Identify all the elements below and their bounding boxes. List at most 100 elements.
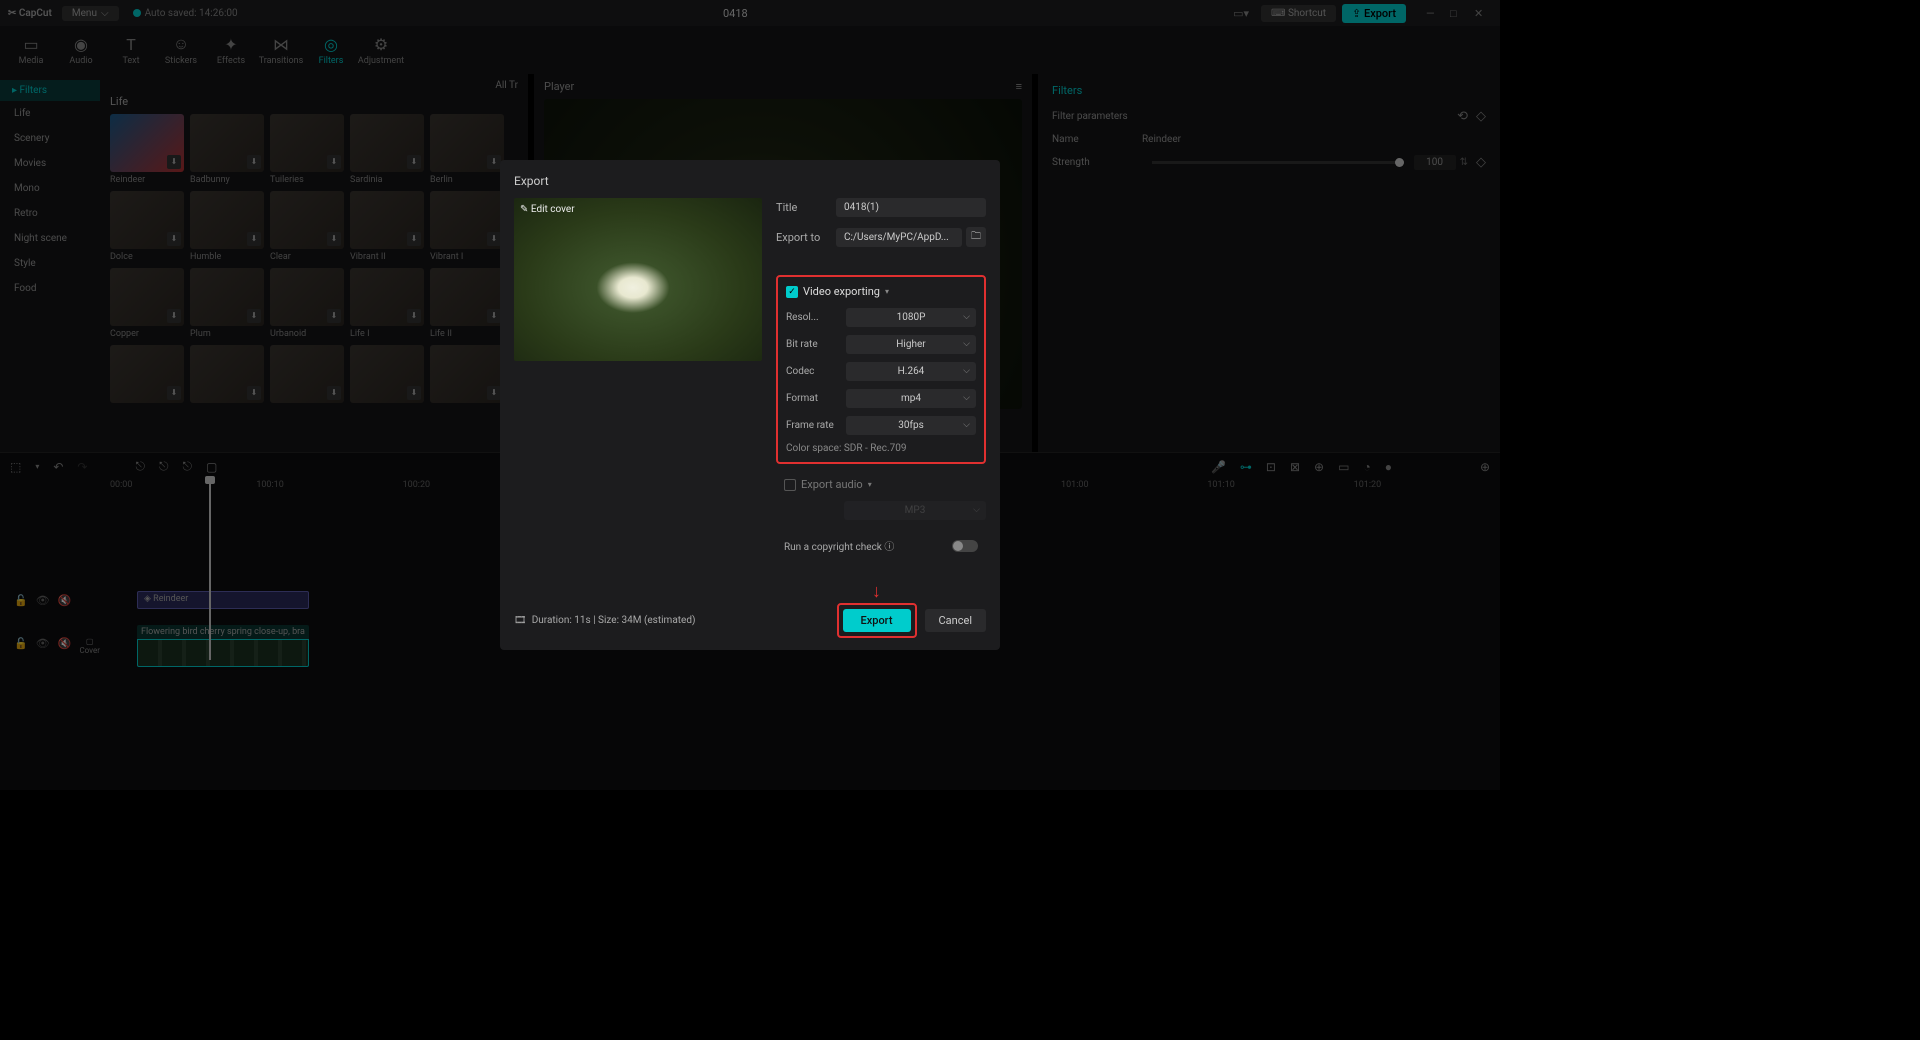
nav-stickers[interactable]: ☺Stickers (156, 34, 206, 66)
tool-icon-1[interactable]: ⊕ (1314, 460, 1324, 474)
nav-filters[interactable]: ◎Filters (306, 35, 356, 66)
download-icon[interactable]: ⬇ (407, 386, 421, 400)
lock-icon[interactable]: 🔓 (14, 594, 28, 607)
preview-icon[interactable]: ⊠ (1290, 460, 1300, 474)
audio-export-header[interactable]: Export audio ▾ (784, 478, 986, 491)
tool-icon-3[interactable]: ◔ (1363, 460, 1370, 474)
export-button[interactable]: Export (843, 609, 911, 632)
filter-thumb[interactable]: ⬇Badbunny (190, 114, 264, 185)
download-icon[interactable]: ⬇ (327, 309, 341, 323)
minimize-icon[interactable]: — (1426, 7, 1438, 19)
nav-effects[interactable]: ✦Effects (206, 35, 256, 66)
opt-select[interactable]: mp4 (846, 389, 976, 408)
all-toggle[interactable]: All (495, 80, 506, 91)
lock-icon-2[interactable]: 🔓 (14, 637, 28, 655)
download-icon[interactable]: ⬇ (247, 386, 261, 400)
filter-thumb[interactable]: ⬇Clear (270, 191, 344, 262)
filter-thumb[interactable]: ⬇Tuileries (270, 114, 344, 185)
cover-preview[interactable]: ✎ Edit cover (514, 198, 762, 361)
download-icon[interactable]: ⬇ (167, 309, 181, 323)
export-button-top[interactable]: ⇪ Export (1342, 4, 1406, 23)
filter-thumb[interactable]: ⬇Life II (430, 268, 504, 339)
download-icon[interactable]: ⬇ (487, 155, 501, 169)
filter-thumb[interactable]: ⬇Reindeer (110, 114, 184, 185)
sidebar-item-scenery[interactable]: Scenery (0, 126, 100, 151)
mute-icon-2[interactable]: 🔇 (58, 637, 72, 655)
undo-icon[interactable]: ↶ (53, 460, 63, 474)
layout-icon[interactable]: ▭▾ (1233, 7, 1249, 20)
filter-thumb[interactable]: ⬇Urbanoid (270, 268, 344, 339)
sidebar-item-retro[interactable]: Retro (0, 201, 100, 226)
filter-thumb[interactable]: ⬇ (270, 345, 344, 406)
filter-thumb[interactable]: ⬇Humble (190, 191, 264, 262)
filter-thumb[interactable]: ⬇ (350, 345, 424, 406)
split-left-icon[interactable]: ⎋ (159, 459, 169, 474)
strength-value[interactable]: 100 (1414, 155, 1456, 170)
menu-button[interactable]: Menu ⌵ (62, 6, 119, 21)
download-icon[interactable]: ⬇ (327, 232, 341, 246)
download-icon[interactable]: ⬇ (487, 309, 501, 323)
download-icon[interactable]: ⬇ (407, 232, 421, 246)
nav-media[interactable]: ▭Media (6, 35, 56, 66)
link-icon[interactable]: ⊡ (1266, 460, 1276, 474)
mute-icon[interactable]: 🔇 (58, 594, 72, 607)
reset-all-icon[interactable]: ◇ (1476, 109, 1486, 124)
close-icon[interactable]: ✕ (1474, 7, 1486, 19)
opt-select[interactable]: H.264 (846, 362, 976, 381)
download-icon[interactable]: ⬇ (247, 309, 261, 323)
filter-thumb[interactable]: ⬇Plum (190, 268, 264, 339)
opt-select[interactable]: 1080P (846, 308, 976, 327)
download-icon[interactable]: ⬇ (487, 232, 501, 246)
filter-thumb[interactable]: ⬇Vibrant I (430, 191, 504, 262)
tool-icon-4[interactable]: ● (1385, 460, 1392, 474)
download-icon[interactable]: ⬇ (327, 386, 341, 400)
filter-thumb[interactable]: ⬇Vibrant II (350, 191, 424, 262)
download-icon[interactable]: ⬇ (247, 155, 261, 169)
sidebar-item-night[interactable]: Night scene (0, 226, 100, 251)
filter-thumb[interactable]: ⬇Berlin (430, 114, 504, 185)
nav-transitions[interactable]: ⋈Transitions (256, 35, 306, 66)
redo-icon[interactable]: ↷ (77, 460, 87, 474)
select-tool-icon[interactable]: ⬚ (10, 460, 21, 474)
download-icon[interactable]: ⬇ (167, 386, 181, 400)
cover-button[interactable]: ▢Cover (79, 637, 100, 655)
player-menu-icon[interactable]: ≡ (1016, 80, 1022, 93)
filter-thumb[interactable]: ⬇Dolce (110, 191, 184, 262)
shortcut-button[interactable]: ⌨ Shortcut (1261, 5, 1336, 22)
title-input[interactable]: 0418(1) (836, 198, 986, 217)
sidebar-item-food[interactable]: Food (0, 276, 100, 301)
strength-slider[interactable] (1152, 161, 1404, 164)
copyright-toggle[interactable] (952, 540, 978, 552)
dropdown-icon[interactable]: ▾ (35, 462, 39, 471)
sidebar-header[interactable]: ▸ Filters (0, 80, 100, 101)
opt-select[interactable]: Higher (846, 335, 976, 354)
filter-thumb[interactable]: ⬇Copper (110, 268, 184, 339)
edit-cover-button[interactable]: ✎ Edit cover (520, 204, 575, 215)
delete-icon[interactable]: ▢ (206, 460, 217, 474)
opt-select[interactable]: 30fps (846, 416, 976, 435)
sidebar-item-movies[interactable]: Movies (0, 151, 100, 176)
download-icon[interactable]: ⬇ (407, 309, 421, 323)
nav-audio[interactable]: ◉Audio (56, 35, 106, 66)
folder-icon[interactable]: 🗀 (966, 227, 986, 247)
download-icon[interactable]: ⬇ (167, 232, 181, 246)
tool-icon-2[interactable]: ▭ (1338, 460, 1349, 474)
download-icon[interactable]: ⬇ (327, 155, 341, 169)
eye-icon[interactable]: 👁 (36, 594, 50, 607)
filter-thumb[interactable]: ⬇ (430, 345, 504, 406)
stepper-icon[interactable]: ⇅ (1460, 157, 1468, 168)
download-icon[interactable]: ⬇ (167, 155, 181, 169)
filter-thumb[interactable]: ⬇Sardinia (350, 114, 424, 185)
nav-text[interactable]: TText (106, 35, 156, 66)
split-right-icon[interactable]: ⎋ (182, 459, 192, 474)
nav-adjustment[interactable]: ⚙Adjustment (356, 35, 406, 66)
playhead[interactable] (209, 480, 211, 660)
zoom-icon[interactable]: ⊕ (1480, 460, 1490, 474)
filter-thumb[interactable]: ⬇ (110, 345, 184, 406)
download-icon[interactable]: ⬇ (247, 232, 261, 246)
filter-thumb[interactable]: ⬇Life I (350, 268, 424, 339)
reset-icon[interactable]: ⟲ (1457, 109, 1468, 124)
split-icon[interactable]: ⎋ (135, 459, 145, 474)
video-clip[interactable]: Flowering bird cherry spring close-up, b… (137, 625, 309, 667)
eye-icon-2[interactable]: 👁 (36, 637, 50, 655)
